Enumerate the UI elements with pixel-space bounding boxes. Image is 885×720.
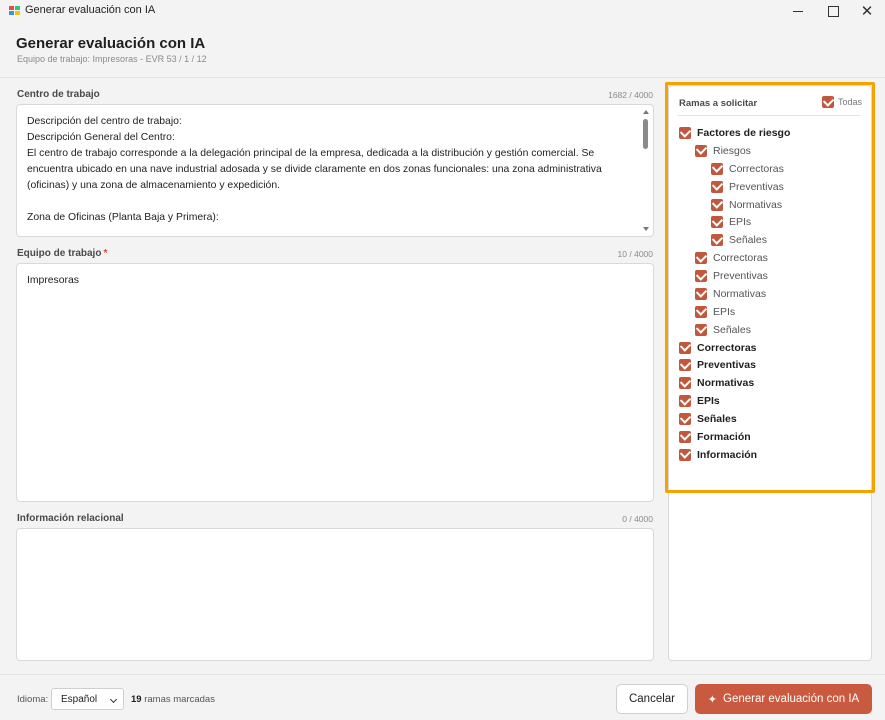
required-mark: * bbox=[103, 248, 108, 259]
branch-checkbox[interactable] bbox=[695, 287, 707, 300]
relacional-textarea[interactable] bbox=[16, 528, 654, 661]
equipo-text: Impresoras bbox=[27, 275, 79, 286]
marked-count: 19 ramas marcadas bbox=[131, 694, 215, 705]
scroll-up-icon[interactable] bbox=[643, 110, 649, 114]
language-value: Español bbox=[61, 693, 98, 705]
chevron-down-icon bbox=[109, 695, 118, 704]
branch-label: Correctoras bbox=[713, 252, 768, 265]
branch-checkbox[interactable] bbox=[679, 448, 691, 461]
branch-item[interactable]: Señales bbox=[695, 323, 751, 337]
centro-textarea[interactable]: Descripción del centro de trabajo: Descr… bbox=[16, 104, 654, 237]
branch-item[interactable]: Factores de riesgo bbox=[679, 126, 790, 140]
branch-checkbox[interactable] bbox=[679, 341, 691, 354]
branch-label: Preventivas bbox=[697, 359, 756, 372]
scroll-down-icon[interactable] bbox=[643, 227, 649, 231]
branch-label: Señales bbox=[697, 413, 737, 426]
minimize-icon[interactable] bbox=[779, 0, 817, 22]
centro-text: Descripción del centro de trabajo: Descr… bbox=[27, 116, 602, 223]
branch-label: Correctoras bbox=[729, 162, 784, 175]
branch-item[interactable]: Preventivas bbox=[695, 269, 768, 283]
select-all-toggle[interactable]: Todas bbox=[822, 96, 862, 108]
branch-label: Normativas bbox=[697, 377, 755, 390]
branch-item[interactable]: Correctoras bbox=[711, 162, 784, 176]
branch-label: Factores de riesgo bbox=[697, 127, 791, 139]
branch-item[interactable]: Formación bbox=[679, 430, 751, 444]
branch-checkbox[interactable] bbox=[711, 234, 723, 247]
branch-checkbox[interactable] bbox=[711, 198, 723, 211]
branch-checkbox[interactable] bbox=[695, 270, 707, 283]
branch-item[interactable]: EPIs bbox=[711, 215, 751, 229]
scroll-thumb[interactable] bbox=[643, 119, 648, 149]
generate-label: Generar evaluación con IA bbox=[723, 693, 860, 705]
select-all-checkbox[interactable] bbox=[822, 96, 834, 108]
branch-label: Correctoras bbox=[697, 341, 757, 354]
branch-label: Riesgos bbox=[713, 144, 751, 157]
select-all-label: Todas bbox=[838, 97, 863, 107]
branch-checkbox[interactable] bbox=[695, 323, 707, 336]
branch-item[interactable]: Normativas bbox=[711, 198, 782, 212]
branches-heading: Ramas a solicitar bbox=[679, 98, 758, 109]
branch-item[interactable]: EPIs bbox=[679, 394, 720, 408]
language-select[interactable]: Español bbox=[51, 688, 124, 710]
branch-item[interactable]: Correctoras bbox=[679, 341, 757, 355]
branches-divider bbox=[677, 115, 860, 116]
branch-label: EPIs bbox=[729, 216, 752, 229]
branch-label: Preventivas bbox=[729, 180, 784, 193]
branch-label: Formación bbox=[697, 430, 751, 443]
branch-item[interactable]: Normativas bbox=[695, 287, 766, 301]
centro-label: Centro de trabajo bbox=[17, 89, 100, 100]
branch-label: Información bbox=[697, 448, 758, 461]
branch-checkbox[interactable] bbox=[711, 180, 723, 193]
generate-button[interactable]: ✦ Generar evaluación con IA bbox=[695, 684, 872, 714]
branch-checkbox[interactable] bbox=[711, 162, 723, 175]
dialog-header: Generar evaluación con IA Equipo de trab… bbox=[0, 22, 885, 78]
close-icon[interactable]: ✕ bbox=[848, 0, 885, 22]
branch-checkbox[interactable] bbox=[679, 359, 691, 372]
branch-item[interactable]: Información bbox=[679, 448, 757, 462]
branch-checkbox[interactable] bbox=[679, 127, 691, 139]
branch-label: Preventivas bbox=[713, 270, 768, 283]
branch-item[interactable]: Señales bbox=[711, 233, 767, 247]
branch-item[interactable]: Correctoras bbox=[695, 251, 768, 265]
branch-checkbox[interactable] bbox=[695, 144, 707, 157]
branch-checkbox[interactable] bbox=[695, 252, 707, 265]
branch-checkbox[interactable] bbox=[679, 413, 691, 426]
maximize-icon[interactable] bbox=[814, 0, 852, 22]
cancel-button[interactable]: Cancelar bbox=[616, 684, 688, 714]
branch-item[interactable]: Normativas bbox=[679, 376, 754, 390]
app-icon bbox=[9, 6, 20, 16]
equipo-textarea[interactable]: Impresoras bbox=[16, 263, 654, 502]
branch-label: Normativas bbox=[713, 287, 767, 300]
marked-number: 19 bbox=[131, 694, 142, 705]
relacional-label: Información relacional bbox=[17, 513, 124, 524]
marked-text: ramas marcadas bbox=[144, 694, 215, 705]
equipo-label-text: Equipo de trabajo bbox=[17, 248, 102, 259]
sparkle-icon: ✦ bbox=[707, 693, 718, 706]
branch-label: Señales bbox=[713, 323, 751, 336]
branch-checkbox[interactable] bbox=[695, 305, 707, 318]
branch-item[interactable]: EPIs bbox=[695, 305, 735, 319]
branch-label: EPIs bbox=[713, 305, 736, 318]
window-titlebar: Generar evaluación con IA ✕ bbox=[0, 0, 885, 22]
branch-checkbox[interactable] bbox=[679, 395, 691, 408]
page-subtitle: Equipo de trabajo: Impresoras - EVR 53 /… bbox=[17, 54, 207, 64]
branch-item[interactable]: Preventivas bbox=[711, 180, 784, 194]
equipo-label: Equipo de trabajo * bbox=[17, 248, 107, 259]
branch-checkbox[interactable] bbox=[711, 216, 723, 229]
branch-checkbox[interactable] bbox=[679, 377, 691, 390]
page-title: Generar evaluación con IA bbox=[16, 35, 206, 52]
language-label: Idioma: bbox=[17, 694, 49, 705]
centro-scrollbar[interactable] bbox=[641, 107, 651, 234]
branch-item[interactable]: Preventivas bbox=[679, 358, 756, 372]
branch-label: Normativas bbox=[729, 198, 783, 211]
branch-label: Señales bbox=[729, 234, 767, 247]
branch-item[interactable]: Riesgos bbox=[695, 144, 751, 158]
branch-item[interactable]: Señales bbox=[679, 412, 737, 426]
centro-counter: 1682 / 4000 bbox=[608, 90, 653, 100]
window-title: Generar evaluación con IA bbox=[25, 4, 156, 16]
branch-checkbox[interactable] bbox=[679, 430, 691, 443]
relacional-counter: 0 / 4000 bbox=[622, 514, 653, 524]
equipo-counter: 10 / 4000 bbox=[617, 249, 653, 259]
branch-label: EPIs bbox=[697, 395, 720, 408]
